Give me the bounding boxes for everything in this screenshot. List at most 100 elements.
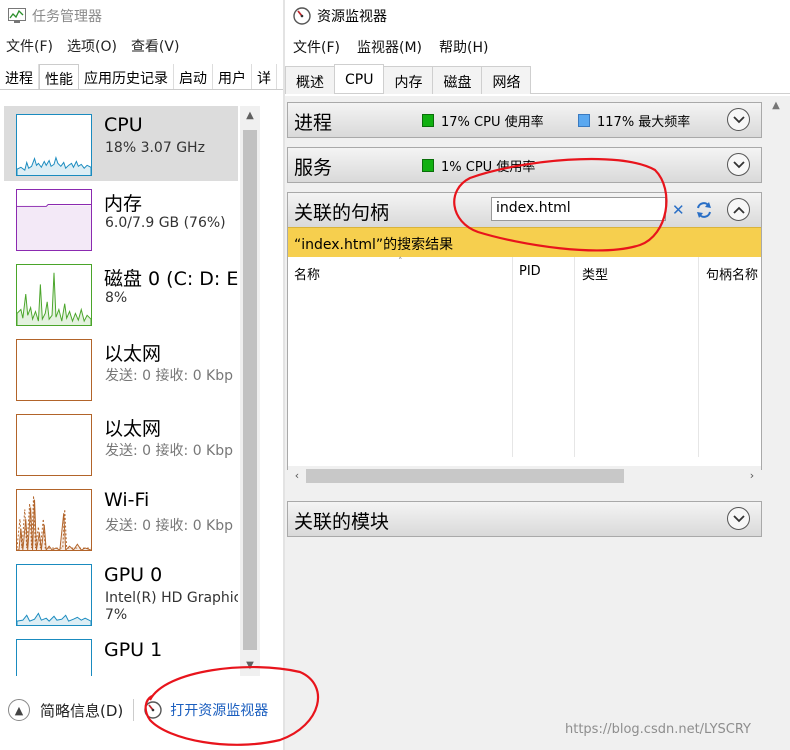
perf-item-ethernet-1[interactable]: 以太网 发送: 0 接收: 0 Kbp	[4, 331, 238, 406]
tab-startup[interactable]: 启动	[174, 64, 213, 89]
expand-chevron-down-icon[interactable]	[727, 153, 750, 176]
gpu-graph-icon	[16, 564, 92, 626]
disk-graph-icon	[16, 264, 92, 326]
resource-monitor-menubar: 文件(F) 监视器(M) 帮助(H)	[285, 37, 497, 57]
perf-item-sub: 发送: 0 接收: 0 Kbp	[105, 368, 234, 384]
panel-title: 关联的句柄	[294, 202, 390, 224]
column-type[interactable]: 类型	[582, 264, 608, 283]
search-results-banner: “index.html”的搜索结果	[288, 227, 761, 257]
perf-item-memory[interactable]: 内存 6.0/7.9 GB (76%)	[4, 181, 238, 256]
performance-list-scrollbar[interactable]: ▲ ▼	[240, 106, 260, 676]
handles-table-header: 名称 PID 类型 句柄名称	[288, 257, 761, 287]
task-manager-window: 任务管理器 文件(F) 选项(O) 查看(V) 进程 性能 应用历史记录 启动 …	[0, 0, 283, 750]
menu-help[interactable]: 帮助(H)	[439, 37, 488, 57]
performance-list: CPU 18% 3.07 GHz 内存 6.0/7.9 GB (76%) 磁盘 …	[4, 106, 238, 676]
tab-users[interactable]: 用户	[213, 64, 252, 89]
fewer-details-button[interactable]: 简略信息(D)	[40, 700, 123, 721]
perf-item-name: GPU 1	[104, 639, 163, 661]
resource-monitor-icon	[144, 701, 162, 719]
services-panel-header[interactable]: 服务 1% CPU 使用率	[288, 148, 761, 182]
resource-monitor-icon	[293, 7, 311, 25]
column-divider	[574, 257, 575, 457]
column-divider	[698, 257, 699, 457]
cpu-usage-stat: 1% CPU 使用率	[422, 156, 535, 175]
menu-file[interactable]: 文件(F)	[6, 36, 53, 58]
handle-search-input[interactable]: index.html	[491, 197, 666, 221]
associated-modules-panel-header[interactable]: 关联的模块	[288, 502, 761, 536]
tab-network[interactable]: 网络	[481, 66, 532, 94]
open-resource-monitor-link[interactable]: 打开资源监视器	[170, 700, 268, 720]
task-manager-tabs: 进程 性能 应用历史记录 启动 用户 详	[0, 64, 283, 90]
scrollbar-thumb[interactable]	[243, 130, 257, 650]
max-frequency-text: 117% 最大频率	[597, 115, 691, 130]
services-panel: 服务 1% CPU 使用率	[287, 147, 762, 183]
cpu-usage-swatch	[422, 114, 434, 127]
scrollbar-thumb[interactable]	[306, 469, 624, 483]
menu-file[interactable]: 文件(F)	[293, 37, 340, 57]
panel-title: 进程	[294, 112, 333, 134]
menu-options[interactable]: 选项(O)	[67, 36, 117, 58]
column-handle-name[interactable]: 句柄名称	[706, 264, 758, 283]
resource-monitor-vscrollbar[interactable]: ▲	[766, 96, 786, 750]
clear-search-icon[interactable]: ✕	[672, 201, 685, 219]
perf-item-sub: Intel(R) HD Graphic	[105, 590, 238, 606]
scroll-up-arrow-icon[interactable]: ▲	[766, 96, 786, 116]
task-manager-icon	[8, 8, 26, 23]
associated-modules-panel: 关联的模块	[287, 501, 762, 537]
tab-cpu[interactable]: CPU	[334, 64, 385, 93]
column-divider	[512, 257, 513, 457]
perf-item-sub2: 7%	[105, 607, 128, 623]
collapse-chevron-up-icon[interactable]	[727, 198, 750, 221]
perf-item-sub: 6.0/7.9 GB (76%)	[105, 215, 226, 231]
associated-handles-panel-header[interactable]: 关联的句柄 index.html ✕	[288, 193, 761, 227]
perf-item-gpu-0[interactable]: GPU 0 Intel(R) HD Graphic 7%	[4, 556, 238, 631]
max-frequency-stat: 117% 最大频率	[578, 111, 690, 130]
scroll-up-arrow-icon[interactable]: ▲	[240, 106, 260, 126]
scroll-left-arrow-icon[interactable]: ‹	[288, 466, 306, 486]
refresh-search-icon[interactable]	[694, 200, 714, 220]
gpu-graph-icon	[16, 639, 92, 676]
scroll-down-arrow-icon[interactable]: ▼	[240, 656, 260, 676]
column-name[interactable]: 名称	[294, 264, 320, 283]
fewer-details-chevron-up-icon[interactable]: ▲	[8, 699, 30, 721]
tab-performance[interactable]: 性能	[39, 64, 79, 89]
processes-panel-header[interactable]: 进程 17% CPU 使用率 117% 最大频率	[288, 103, 761, 137]
associated-handles-panel: 关联的句柄 index.html ✕ “index.html”的搜索结果 ˄ 名…	[287, 192, 762, 486]
task-manager-menubar: 文件(F) 选项(O) 查看(V)	[0, 36, 187, 58]
task-manager-footer: ▲ 简略信息(D) 打开资源监视器	[0, 692, 283, 728]
tab-processes[interactable]: 进程	[0, 64, 39, 89]
processes-panel: 进程 17% CPU 使用率 117% 最大频率	[287, 102, 762, 138]
perf-item-sub: 发送: 0 接收: 0 Kbp	[105, 443, 234, 459]
ethernet-graph-icon	[16, 339, 92, 401]
perf-item-wifi[interactable]: Wi-Fi 发送: 0 接收: 0 Kbp	[4, 481, 238, 556]
cpu-usage-text: 1% CPU 使用率	[441, 160, 536, 175]
perf-item-name: 磁盘 0 (C: D: E:	[104, 268, 238, 290]
tab-overview[interactable]: 概述	[285, 66, 335, 94]
perf-item-name: 以太网	[104, 343, 162, 365]
memory-graph-icon	[16, 189, 92, 251]
perf-item-gpu-1[interactable]: GPU 1	[4, 631, 238, 676]
cpu-usage-swatch	[422, 159, 434, 172]
perf-item-cpu[interactable]: CPU 18% 3.07 GHz	[4, 106, 238, 181]
column-pid[interactable]: PID	[519, 264, 541, 279]
perf-item-disk[interactable]: 磁盘 0 (C: D: E: 8%	[4, 256, 238, 331]
scroll-right-arrow-icon[interactable]: ›	[743, 466, 761, 486]
perf-item-ethernet-2[interactable]: 以太网 发送: 0 接收: 0 Kbp	[4, 406, 238, 481]
tab-disk[interactable]: 磁盘	[432, 66, 483, 94]
menu-monitor[interactable]: 监视器(M)	[357, 37, 422, 57]
perf-item-sub: 18% 3.07 GHz	[105, 140, 205, 156]
panel-title: 服务	[294, 157, 333, 179]
tab-details[interactable]: 详	[252, 64, 277, 89]
expand-chevron-down-icon[interactable]	[727, 507, 750, 530]
tab-memory[interactable]: 内存	[383, 66, 434, 94]
panel-title: 关联的模块	[294, 511, 390, 533]
tab-app-history[interactable]: 应用历史记录	[79, 64, 174, 89]
cpu-graph-icon	[16, 114, 92, 176]
resource-monitor-title: 资源监视器	[317, 9, 387, 25]
menu-view[interactable]: 查看(V)	[131, 36, 180, 58]
task-manager-title-bar: 任务管理器	[8, 6, 102, 26]
handles-table-hscrollbar[interactable]: ‹ ›	[288, 466, 761, 486]
cpu-tab-content: 进程 17% CPU 使用率 117% 最大频率 服务 1% CPU 使用率 关…	[285, 96, 790, 750]
resource-monitor-tabs: 概述 CPU 内存 磁盘 网络	[285, 64, 790, 94]
expand-chevron-down-icon[interactable]	[727, 108, 750, 131]
